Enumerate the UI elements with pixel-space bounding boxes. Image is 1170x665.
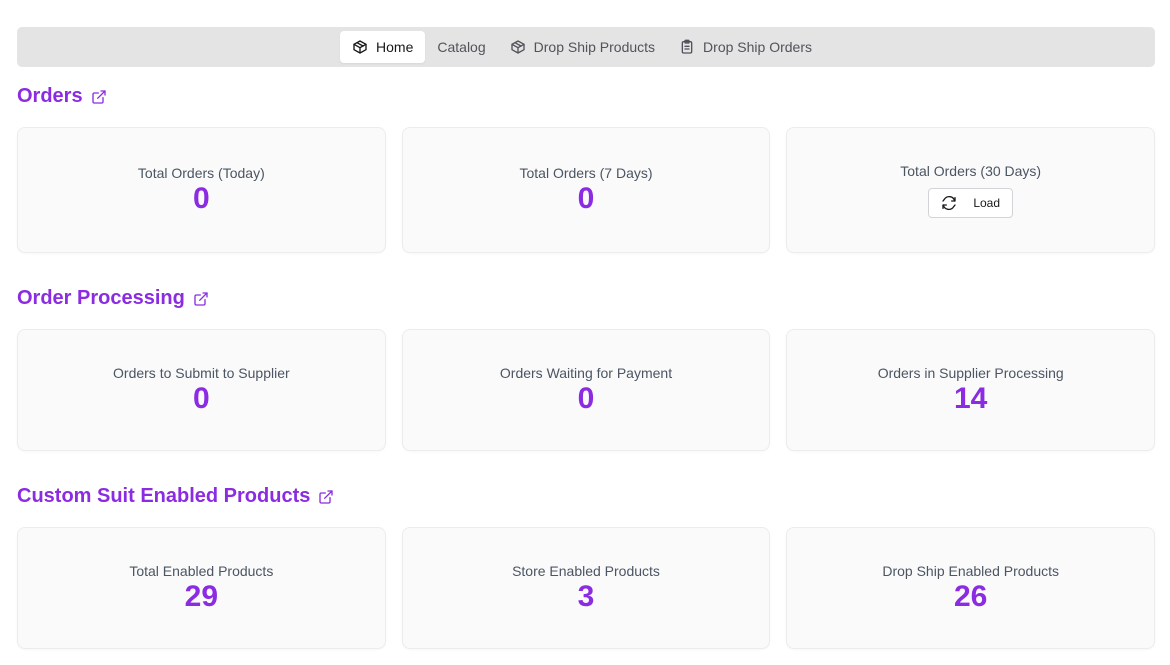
stat-value: 0 <box>577 182 595 215</box>
custom-suit-cards-row: Total Enabled Products 29 Store Enabled … <box>17 527 1156 649</box>
stat-label: Total Orders (30 Days) <box>900 163 1042 179</box>
stat-value: 0 <box>192 182 210 215</box>
stat-value: 3 <box>577 580 595 613</box>
external-link-icon[interactable] <box>91 89 107 105</box>
clipboard-icon <box>679 39 695 55</box>
stat-label: Orders Waiting for Payment <box>499 365 673 381</box>
stat-label: Orders in Supplier Processing <box>877 365 1064 381</box>
external-link-icon[interactable] <box>318 489 334 505</box>
section-title-custom-suit-products-label: Custom Suit Enabled Products <box>17 485 311 507</box>
section-title-order-processing[interactable]: Order Processing <box>17 287 209 310</box>
orders-cards-row: Total Orders (Today) 0 Total Orders (7 D… <box>17 127 1156 253</box>
tab-home[interactable]: Home <box>340 31 426 63</box>
stat-value: 26 <box>953 580 988 613</box>
package-icon <box>352 39 368 55</box>
stat-card-orders-supplier-processing: Orders in Supplier Processing 14 <box>786 329 1156 451</box>
stat-label: Drop Ship Enabled Products <box>882 563 1060 579</box>
stat-label: Orders to Submit to Supplier <box>113 365 290 381</box>
tab-catalog[interactable]: Catalog <box>425 31 497 63</box>
stat-label: Total Orders (Today) <box>137 165 265 181</box>
stat-label: Total Orders (7 Days) <box>519 165 653 181</box>
tab-drop-ship-products-label: Drop Ship Products <box>533 39 656 55</box>
stat-value: 0 <box>192 382 210 415</box>
section-title-orders[interactable]: Orders <box>17 85 107 108</box>
external-link-icon[interactable] <box>193 291 209 307</box>
stat-card-total-orders-30-days: Total Orders (30 Days) Load <box>786 127 1156 253</box>
stat-card-total-enabled-products: Total Enabled Products 29 <box>17 527 386 649</box>
top-navbar: Home Catalog Drop Ship Products Drop Shi… <box>17 27 1155 67</box>
load-button-label: Load <box>973 196 1001 210</box>
stat-value: 14 <box>953 382 988 415</box>
tab-drop-ship-orders[interactable]: Drop Ship Orders <box>667 31 824 63</box>
load-button[interactable]: Load <box>928 188 1014 218</box>
stat-card-orders-waiting-payment: Orders Waiting for Payment 0 <box>401 329 771 451</box>
stat-card-total-orders-today: Total Orders (Today) 0 <box>17 127 386 253</box>
tab-catalog-label: Catalog <box>437 39 486 55</box>
stat-card-store-enabled-products: Store Enabled Products 3 <box>401 527 771 649</box>
stat-label: Total Enabled Products <box>129 563 274 579</box>
section-title-order-processing-label: Order Processing <box>17 287 185 309</box>
nav-tabs: Home Catalog Drop Ship Products Drop Shi… <box>340 31 824 63</box>
stat-card-drop-ship-enabled-products: Drop Ship Enabled Products 26 <box>786 527 1156 649</box>
package-icon <box>510 39 526 55</box>
section-title-orders-label: Orders <box>17 85 83 107</box>
refresh-icon <box>941 195 957 211</box>
stat-label: Store Enabled Products <box>512 563 660 579</box>
section-title-custom-suit-products[interactable]: Custom Suit Enabled Products <box>17 485 334 508</box>
stat-card-total-orders-7-days: Total Orders (7 Days) 0 <box>401 127 771 253</box>
tab-drop-ship-products[interactable]: Drop Ship Products <box>498 31 667 63</box>
page: Home Catalog Drop Ship Products Drop Shi… <box>0 0 1170 665</box>
order-processing-cards-row: Orders to Submit to Supplier 0 Orders Wa… <box>17 329 1156 451</box>
stat-card-orders-to-submit: Orders to Submit to Supplier 0 <box>17 329 386 451</box>
tab-home-label: Home <box>376 39 414 55</box>
tab-drop-ship-orders-label: Drop Ship Orders <box>703 39 812 55</box>
stat-value: 29 <box>184 580 219 613</box>
stat-value: 0 <box>577 382 595 415</box>
